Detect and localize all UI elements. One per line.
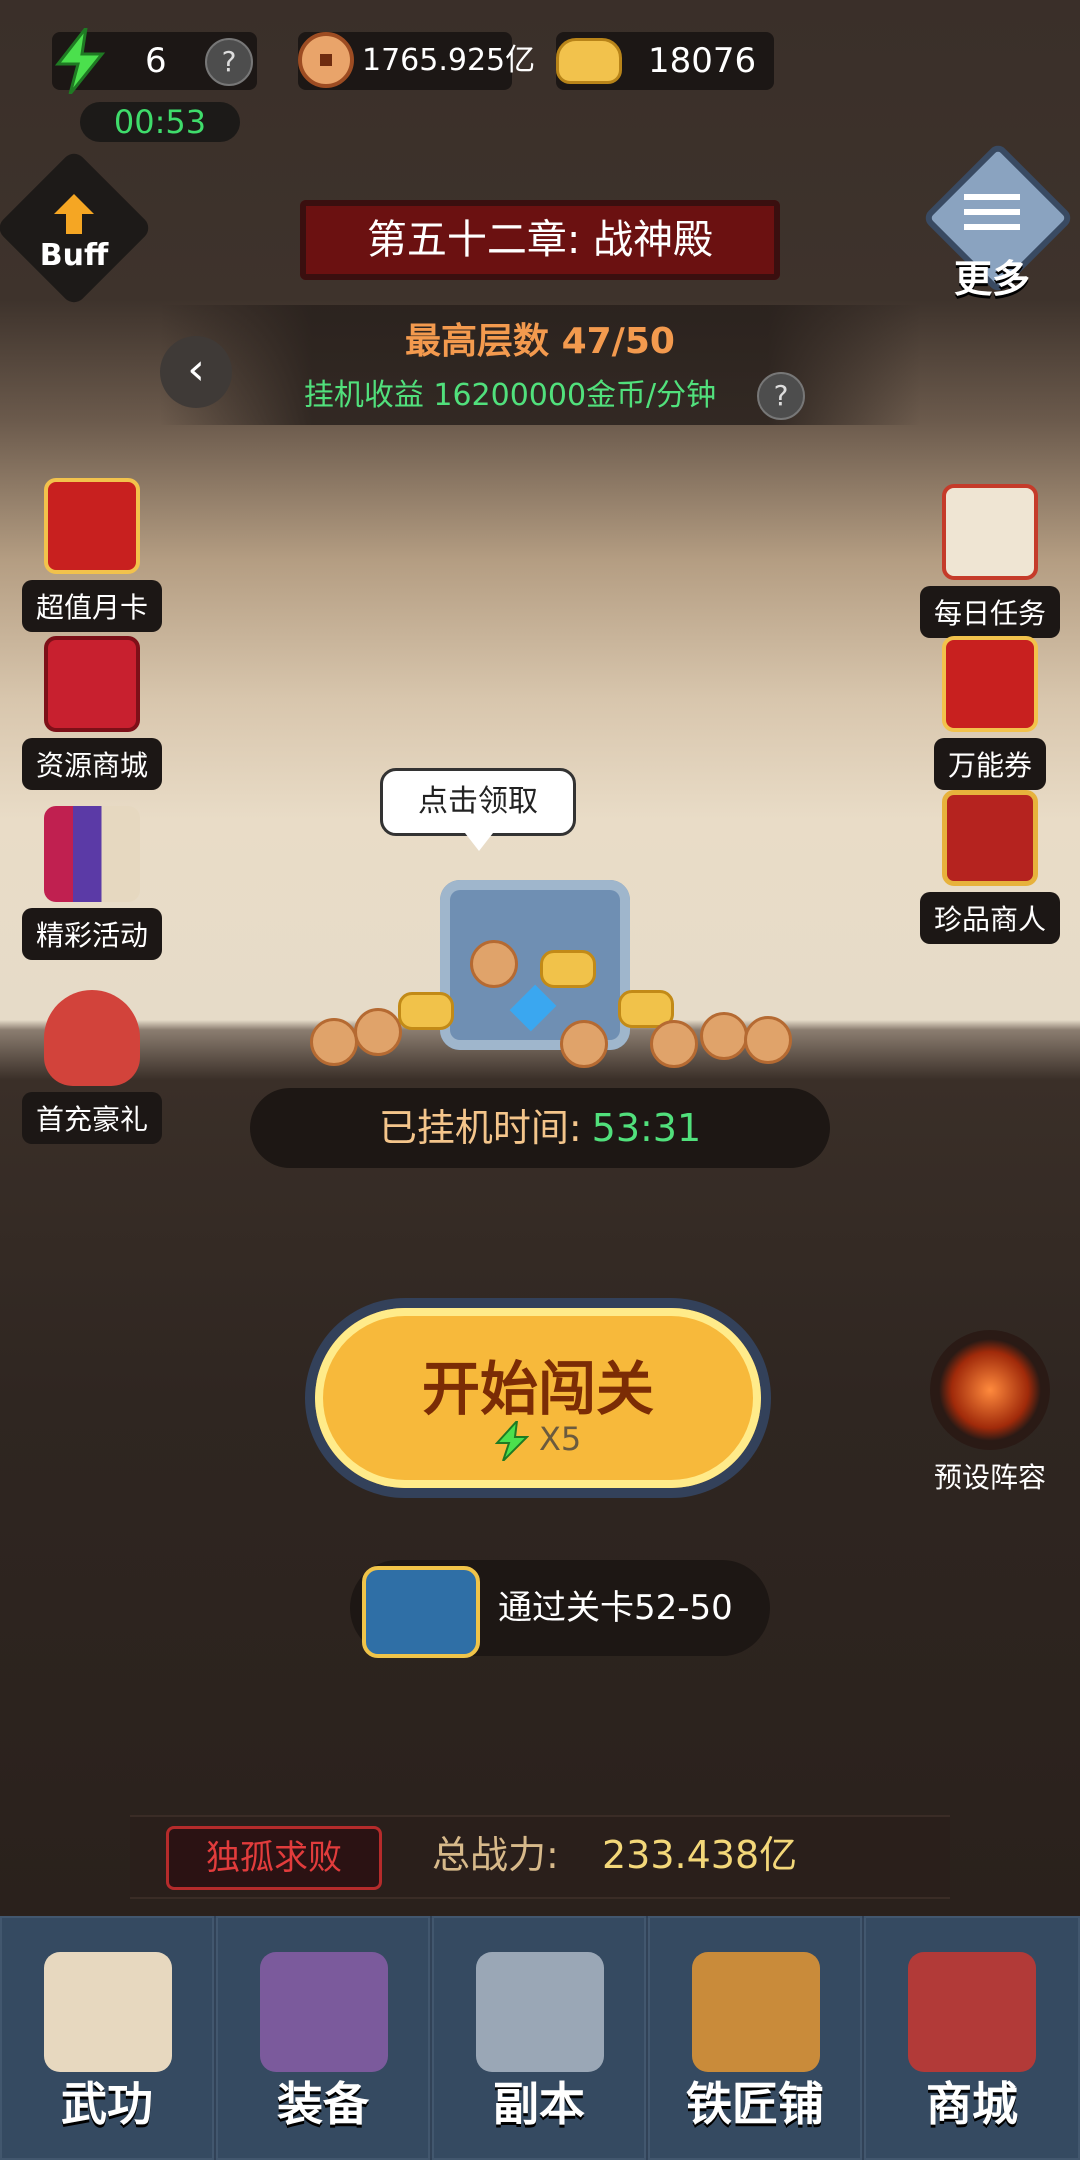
copper-coin-icon (298, 32, 354, 88)
bottom-nav: 武功 装备 副本 铁匠铺 商城 (0, 1916, 1080, 2160)
rank-title-badge[interactable]: 独孤求败 (166, 1826, 382, 1890)
chapter-title: 第五十二章: 战神殿 (300, 200, 780, 280)
resource-shop-button[interactable]: 资源商城 (12, 636, 172, 790)
daily-tasks-button[interactable]: 每日任务 (910, 484, 1070, 638)
nav-tab-label: 武功 (61, 2077, 153, 2131)
menu-list-icon (964, 194, 1020, 230)
stage-reward-panel[interactable]: 通过关卡52-50 (350, 1560, 770, 1658)
coin-icon (560, 1020, 608, 1068)
idle-reward-chest[interactable] (440, 880, 630, 1050)
energy-help-icon[interactable]: ? (205, 38, 253, 86)
idle-time-label: 已挂机时间: (378, 1106, 582, 1150)
gift-box-icon (44, 636, 140, 732)
reward-chest-icon (362, 1566, 480, 1658)
coin-icon (744, 1016, 792, 1064)
buff-label: Buff (39, 238, 109, 273)
universal-ticket-label: 万能券 (933, 738, 1046, 790)
event-books-icon (44, 806, 140, 902)
nav-tab-martial-arts[interactable]: 武功 (0, 1916, 214, 2160)
nav-tab-label: 铁匠铺 (686, 2077, 824, 2131)
stage-reward-label: 通过关卡52-50 (498, 1588, 733, 1628)
armor-icon (260, 1952, 388, 2072)
start-cost: X5 (315, 1417, 761, 1462)
preset-lineup-label: 预设阵容 (933, 1461, 1046, 1494)
coin-icon (354, 1008, 402, 1056)
preset-lineup-button[interactable]: 预设阵容 (920, 1330, 1060, 1496)
idle-time-value: 53:31 (591, 1106, 702, 1150)
crossed-swords-icon (476, 1952, 604, 2072)
income-help-icon[interactable]: ? (757, 372, 805, 420)
total-power-label: 总战力: (432, 1833, 559, 1877)
energy-value: 6 (145, 41, 167, 81)
treasure-chest-icon (942, 790, 1038, 886)
coin-icon (470, 940, 518, 988)
start-cost-value: X5 (538, 1420, 582, 1458)
shop-gift-icon (908, 1952, 1036, 2072)
treasure-merchant-button[interactable]: 珍品商人 (910, 790, 1070, 944)
buff-button[interactable]: Buff (18, 172, 130, 284)
gold-ingot-icon (398, 992, 454, 1030)
max-floor-label: 最高层数 47/50 (405, 321, 675, 362)
energy-timer: 00:53 (80, 102, 240, 142)
lightning-icon (52, 22, 106, 95)
resource-shop-label: 资源商城 (21, 738, 162, 790)
more-label: 更多 (953, 257, 1030, 301)
nav-tab-equipment[interactable]: 装备 (216, 1916, 430, 2160)
gold-ingot-icon (540, 950, 596, 988)
start-label: 开始闯关 (421, 1355, 654, 1423)
idle-time-panel: 已挂机时间: 53:31 (250, 1088, 830, 1168)
martial-arts-scroll-icon (44, 1952, 172, 2072)
money-bag-icon (44, 990, 140, 1086)
monthly-card-label: 超值月卡 (21, 580, 162, 632)
lightning-icon (494, 1417, 530, 1462)
hammer-icon (692, 1952, 820, 2072)
first-recharge-label: 首充豪礼 (21, 1092, 162, 1144)
start-challenge-button[interactable]: 开始闯关 X5 (315, 1308, 761, 1488)
ticket-icon (942, 636, 1038, 732)
coin-icon (650, 1020, 698, 1068)
idle-income-label: 挂机收益 16200000金币/分钟 (303, 378, 717, 413)
scroll-icon (942, 484, 1038, 580)
monthly-card-button[interactable]: 超值月卡 (12, 478, 172, 632)
coin-icon (700, 1012, 748, 1060)
monthly-card-icon (44, 478, 140, 574)
up-arrow-icon (54, 194, 94, 234)
nav-tab-blacksmith[interactable]: 铁匠铺 (648, 1916, 862, 2160)
first-recharge-button[interactable]: 首充豪礼 (12, 990, 172, 1144)
gold-value: 18076 (648, 41, 757, 81)
coin-icon (310, 1018, 358, 1066)
nav-tab-label: 装备 (277, 2077, 369, 2131)
chest-gem-icon (509, 984, 557, 1032)
copper-value: 1765.925亿 (362, 43, 536, 78)
gold-ingot-icon (556, 38, 622, 84)
nav-tab-label: 商城 (926, 2077, 1018, 2131)
treasure-merchant-label: 珍品商人 (919, 892, 1060, 944)
claim-bubble[interactable]: 点击领取 (380, 768, 576, 851)
universal-ticket-button[interactable]: 万能券 (910, 636, 1070, 790)
lineup-emblem-icon (930, 1330, 1050, 1450)
nav-tab-shop[interactable]: 商城 (864, 1916, 1080, 2160)
total-power-value: 233.438亿 (602, 1833, 798, 1877)
nav-tab-label: 副本 (493, 2077, 585, 2131)
nav-tab-dungeon[interactable]: 副本 (432, 1916, 646, 2160)
back-chevron-icon[interactable]: ‹ (160, 336, 232, 408)
more-button[interactable]: 更多 (921, 141, 1075, 301)
daily-tasks-label: 每日任务 (919, 586, 1060, 638)
events-label: 精彩活动 (21, 908, 162, 960)
events-button[interactable]: 精彩活动 (12, 806, 172, 960)
